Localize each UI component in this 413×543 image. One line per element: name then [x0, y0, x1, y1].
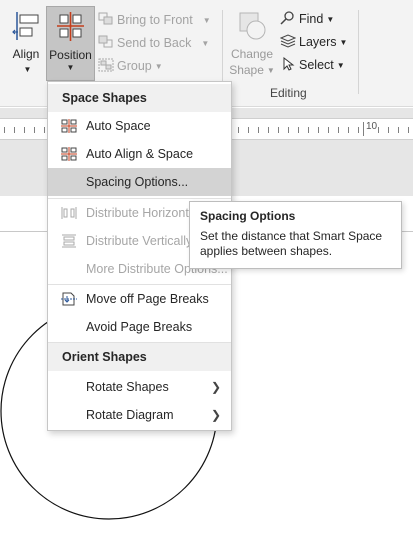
chevron-down-icon: ▼ [23, 65, 32, 74]
group-label: Group [117, 59, 152, 73]
distribute-vertically-label: Distribute Vertically [86, 234, 193, 248]
rotate-diagram-label: Rotate Diagram [86, 408, 174, 422]
menu-item-rotate-shapes[interactable]: Rotate Shapes ❯ [48, 373, 231, 401]
chevron-right-icon: ❯ [210, 380, 221, 394]
select-button[interactable]: Select ▼ [280, 54, 345, 76]
group-button[interactable]: Group ▼ [98, 55, 163, 77]
bring-to-front-button[interactable]: Bring to Front ▼ [98, 9, 211, 31]
position-icon [56, 12, 84, 41]
select-label: Select [299, 58, 334, 72]
avoid-page-breaks-label: Avoid Page Breaks [86, 320, 193, 334]
menu-section-space-shapes: Space Shapes [48, 84, 231, 112]
menu-item-auto-space[interactable]: Auto Space [48, 112, 231, 140]
chevron-down-icon: ▼ [201, 39, 210, 48]
layers-label: Layers [299, 35, 337, 49]
send-to-back-icon [98, 35, 113, 48]
menu-item-move-off-page-breaks[interactable]: Move off Page Breaks [48, 285, 231, 313]
find-label: Find [299, 12, 324, 26]
bring-to-front-label: Bring to Front [117, 13, 193, 27]
spacing-options-tooltip: Spacing Options Set the distance that Sm… [189, 201, 402, 269]
find-button[interactable]: Find ▼ [280, 8, 334, 30]
position-label: Position [49, 48, 92, 62]
group-icon [98, 58, 114, 72]
ribbon-separator [358, 10, 359, 94]
chevron-down-icon: ▼ [336, 61, 345, 70]
distribute-horizontal-icon [61, 207, 77, 219]
move-off-page-breaks-label: Move off Page Breaks [86, 292, 209, 306]
chevron-down-icon: ▼ [339, 38, 348, 47]
search-icon [280, 11, 294, 25]
menu-section-orient-shapes: Orient Shapes [48, 343, 231, 371]
align-button[interactable]: Align ▼ [6, 10, 46, 78]
bring-to-front-icon [98, 12, 113, 25]
position-button[interactable]: Position ▼ [46, 6, 95, 81]
send-to-back-label: Send to Back [117, 36, 192, 50]
tooltip-body: Set the distance that Smart Space applie… [200, 229, 383, 258]
auto-space-label: Auto Space [86, 119, 151, 133]
chevron-right-icon: ❯ [210, 408, 221, 422]
auto-align-space-icon [61, 147, 77, 161]
change-shape-label-line2: Shape ▼ [228, 62, 276, 79]
editing-group-label: Editing [270, 86, 307, 100]
menu-item-avoid-page-breaks[interactable]: Avoid Page Breaks [48, 313, 231, 341]
align-label: Align [12, 47, 40, 61]
ruler-number: 10 [366, 121, 378, 132]
auto-align-space-label: Auto Align & Space [86, 147, 194, 161]
page-break-icon [61, 292, 77, 306]
tooltip-title: Spacing Options [200, 209, 296, 223]
chevron-down-icon: ▼ [202, 16, 211, 25]
send-to-back-button[interactable]: Send to Back ▼ [98, 32, 209, 54]
rotate-shapes-label: Rotate Shapes [86, 380, 169, 394]
menu-item-auto-align-space[interactable]: Auto Align & Space [48, 140, 231, 168]
distribute-vertical-icon [62, 234, 76, 248]
chevron-down-icon: ▼ [154, 62, 163, 71]
change-shape-label-line2-text: Shape [229, 63, 264, 77]
pointer-icon [283, 57, 295, 71]
change-shape-label-line1: Change [230, 47, 274, 61]
layers-button[interactable]: Layers ▼ [280, 31, 347, 53]
change-shape-button[interactable]: Change Shape ▼ [228, 10, 276, 78]
layers-icon [280, 34, 296, 48]
menu-item-spacing-options[interactable]: Spacing Options... [48, 168, 231, 196]
chevron-down-icon: ▼ [326, 15, 335, 24]
align-icon [12, 12, 39, 40]
spacing-options-label: Spacing Options... [86, 175, 189, 189]
chevron-down-icon: ▼ [66, 63, 75, 72]
change-shape-icon [239, 12, 266, 40]
auto-space-icon [61, 119, 77, 133]
menu-item-rotate-diagram[interactable]: Rotate Diagram ❯ [48, 401, 231, 429]
chevron-down-icon: ▼ [266, 66, 275, 75]
